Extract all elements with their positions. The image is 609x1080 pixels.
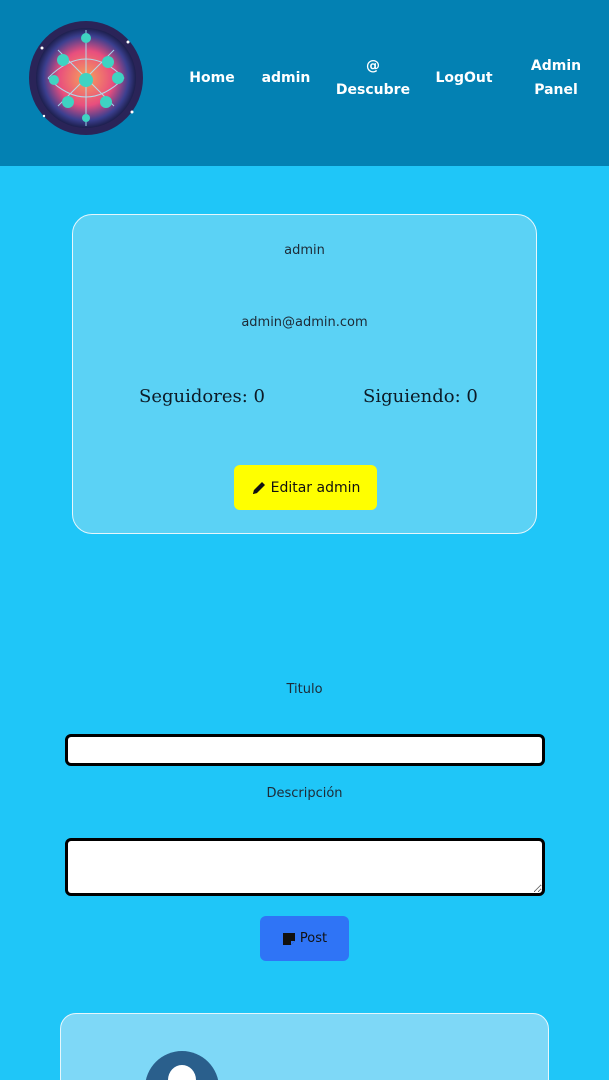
note-icon bbox=[282, 932, 295, 945]
profile-card: admin admin@admin.com Seguidores: 0 Sigu… bbox=[72, 214, 537, 534]
nav-descubre-link[interactable]: @ Descubre bbox=[334, 54, 412, 102]
description-textarea[interactable] bbox=[65, 838, 545, 896]
at-sign: @ bbox=[366, 58, 380, 74]
description-label: Descripción bbox=[266, 786, 343, 801]
nav-admin-panel-link[interactable]: Admin Panel bbox=[526, 54, 586, 102]
user-avatar-icon bbox=[145, 1051, 219, 1080]
followers-count[interactable]: Seguidores: 0 bbox=[139, 386, 265, 407]
network-globe-logo[interactable] bbox=[28, 20, 144, 136]
edit-button-label: Editar admin bbox=[270, 479, 361, 496]
nav-logout-link[interactable]: LogOut bbox=[434, 66, 494, 90]
profile-username: admin bbox=[284, 243, 325, 258]
top-navbar: Home admin @ Descubre LogOut Admin Panel bbox=[0, 0, 609, 166]
descubre-label: Descubre bbox=[335, 82, 411, 98]
edit-profile-button[interactable]: Editar admin bbox=[234, 465, 377, 510]
nav-home-link[interactable]: Home bbox=[188, 66, 236, 90]
pencil-icon bbox=[252, 481, 265, 494]
admin-panel-label-line2: Panel bbox=[534, 82, 578, 98]
post-button-label: Post bbox=[299, 931, 328, 946]
nav-user-link[interactable]: admin bbox=[260, 66, 312, 90]
post-card bbox=[60, 1013, 549, 1080]
title-label: Titulo bbox=[286, 682, 323, 697]
following-count[interactable]: Siguiendo: 0 bbox=[363, 386, 478, 407]
admin-panel-label-line1: Admin bbox=[530, 58, 582, 74]
post-submit-button[interactable]: Post bbox=[260, 916, 349, 961]
title-input[interactable] bbox=[65, 734, 545, 766]
profile-email: admin@admin.com bbox=[241, 315, 368, 330]
